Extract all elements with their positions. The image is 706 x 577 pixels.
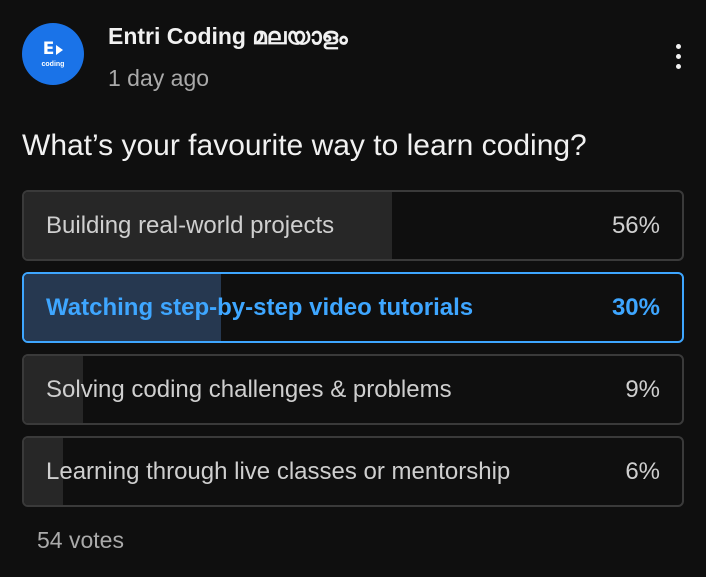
vote-count: 54 votes xyxy=(37,527,124,553)
poll-option-label: Learning through live classes or mentors… xyxy=(46,458,511,485)
channel-avatar[interactable]: E coding xyxy=(22,23,84,85)
poll-options: Building real-world projects 56% Watchin… xyxy=(22,190,684,518)
post-header: E coding Entri Coding മലയാളം 1 day ago xyxy=(0,0,706,110)
poll-option-label: Solving coding challenges & problems xyxy=(46,376,452,403)
poll-option-label: Watching step-by-step video tutorials xyxy=(46,294,474,321)
poll-option[interactable]: Watching step-by-step video tutorials 30… xyxy=(22,272,684,343)
poll-option-label: Building real-world projects xyxy=(46,212,335,239)
post-timestamp: 1 day ago xyxy=(108,65,210,91)
channel-name[interactable]: Entri Coding മലയാളം xyxy=(108,22,348,50)
entri-logo-icon: E xyxy=(43,41,64,58)
menu-dot-icon xyxy=(675,43,681,49)
avatar-logo-letter: E xyxy=(42,39,55,59)
poll-option[interactable]: Learning through live classes or mentors… xyxy=(22,436,684,507)
poll-question: What’s your favourite way to learn codin… xyxy=(22,129,587,162)
avatar-logo-subtext: coding xyxy=(41,61,65,68)
poll-option-percent: 30% xyxy=(611,294,660,321)
menu-dot-icon xyxy=(675,63,681,69)
poll-option-percent: 56% xyxy=(611,212,660,239)
menu-dot-icon xyxy=(675,53,681,59)
poll-option-percent: 6% xyxy=(625,458,660,485)
poll-option[interactable]: Solving coding challenges & problems 9% xyxy=(22,354,684,425)
play-triangle-icon xyxy=(56,44,64,55)
poll-option[interactable]: Building real-world projects 56% xyxy=(22,190,684,261)
poll-option-percent: 9% xyxy=(625,376,660,403)
more-options-button[interactable] xyxy=(660,36,696,76)
